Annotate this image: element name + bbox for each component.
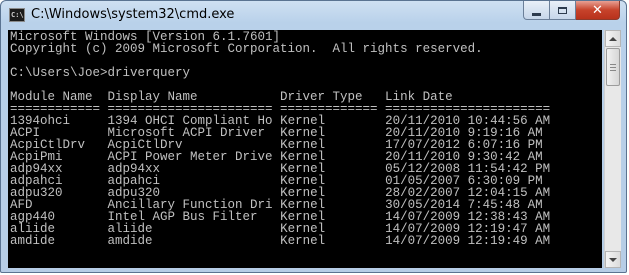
console-text: Microsoft Windows [Version 6.1.7601] Cop…	[10, 31, 551, 248]
module-name-cell: amdide	[10, 234, 108, 248]
table-row: amdide amdide Kernel 14/07/2009 12:19:49…	[10, 234, 551, 248]
link-date-cell: 14/07/2009 12:19:49 AM	[385, 234, 551, 248]
close-button[interactable]: ✕	[576, 1, 620, 20]
grip-line	[610, 64, 616, 65]
scroll-down-arrow-icon	[609, 257, 617, 262]
console-window: C:\ C:\Windows\system32\cmd.exe ✕ Micros…	[0, 0, 627, 273]
scroll-down-button[interactable]	[605, 251, 621, 268]
console-line: Copyright (c) 2009 Microsoft Corporation…	[10, 42, 483, 56]
driver-type-cell: Kernel	[280, 234, 386, 248]
close-icon: ✕	[592, 2, 603, 18]
window-title: C:\Windows\system32\cmd.exe	[31, 7, 235, 22]
cmd-icon[interactable]: C:\	[9, 8, 25, 22]
window-controls: ✕	[523, 1, 620, 21]
display-name-cell: amdide	[107, 234, 281, 248]
scroll-up-arrow-icon	[609, 36, 617, 41]
scroll-up-button[interactable]	[605, 30, 621, 47]
driver-table: 1394ohci 1394 OHCI Compliant Ho Kernel 2…	[10, 115, 551, 248]
minimize-icon	[532, 12, 541, 16]
minimize-button[interactable]	[523, 1, 550, 20]
vertical-scrollbar[interactable]	[604, 30, 621, 268]
console-output[interactable]: Microsoft Windows [Version 6.1.7601] Cop…	[8, 30, 602, 268]
maximize-button[interactable]	[550, 1, 576, 20]
maximize-icon	[558, 6, 567, 14]
scroll-thumb[interactable]	[606, 48, 620, 86]
grip-line	[610, 70, 616, 71]
grip-line	[610, 67, 616, 68]
console-prompt-line: C:\Users\Joe>driverquery	[10, 66, 191, 80]
title-bar[interactable]: C:\ C:\Windows\system32\cmd.exe ✕	[1, 1, 626, 29]
